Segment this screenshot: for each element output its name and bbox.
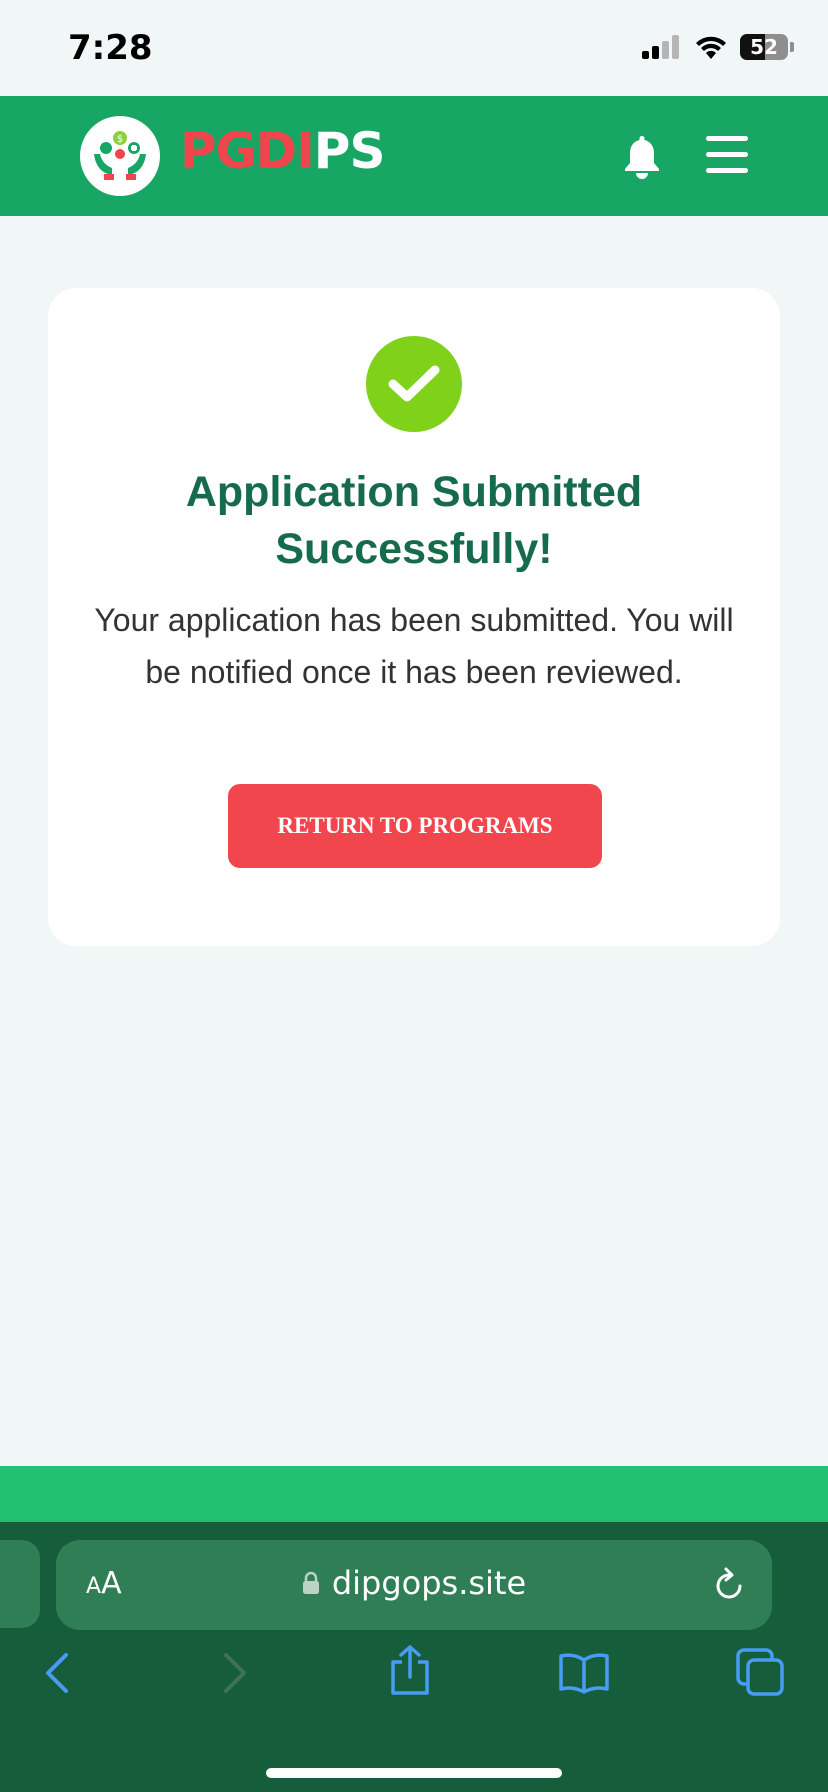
brand-name-red: PGDI xyxy=(180,122,315,180)
page-footer xyxy=(0,1466,828,1522)
success-check-icon xyxy=(366,336,462,432)
brand-name[interactable]: PGDIPS xyxy=(180,122,386,180)
success-title: Application Submitted Successfully! xyxy=(185,468,643,573)
notification-bell-icon[interactable] xyxy=(622,134,662,180)
home-indicator[interactable] xyxy=(266,1768,562,1778)
cellular-signal-icon xyxy=(642,35,679,59)
lock-icon xyxy=(302,1571,319,1594)
address-bar[interactable]: AA dipgops.site xyxy=(56,1540,772,1630)
svg-text:$: $ xyxy=(117,134,123,145)
status-bar: 7:28 52 xyxy=(0,0,828,96)
browser-toolbar xyxy=(0,1645,828,1712)
tabs-icon[interactable] xyxy=(736,1648,784,1696)
forward-icon[interactable] xyxy=(222,1652,248,1694)
status-time: 7:28 xyxy=(68,28,153,68)
share-icon[interactable] xyxy=(388,1644,432,1696)
reload-icon[interactable] xyxy=(712,1564,748,1604)
app-header: $ PGDIPS xyxy=(0,96,828,216)
url-text: dipgops.site xyxy=(331,1564,527,1602)
battery-level: 52 xyxy=(750,35,778,59)
status-icons: 52 xyxy=(642,34,794,60)
bookmarks-icon[interactable] xyxy=(558,1652,610,1694)
browser-bar: AA dipgops.site xyxy=(0,1522,828,1792)
success-card: Application Submitted Successfully! Your… xyxy=(48,288,780,946)
wifi-icon xyxy=(696,36,726,59)
battery-icon: 52 xyxy=(740,34,788,60)
logo-hands-icon: $ xyxy=(94,131,146,180)
brand-name-white: PS xyxy=(313,122,386,180)
url-display[interactable]: dipgops.site xyxy=(56,1564,772,1602)
logo[interactable]: $ xyxy=(80,116,160,196)
hamburger-menu-icon[interactable] xyxy=(706,136,748,174)
previous-tab-preview[interactable] xyxy=(0,1540,40,1628)
success-message: Your application has been submitted. You… xyxy=(94,602,734,690)
back-icon[interactable] xyxy=(44,1652,70,1694)
return-to-programs-button[interactable]: RETURN TO PROGRAMS xyxy=(228,784,602,868)
